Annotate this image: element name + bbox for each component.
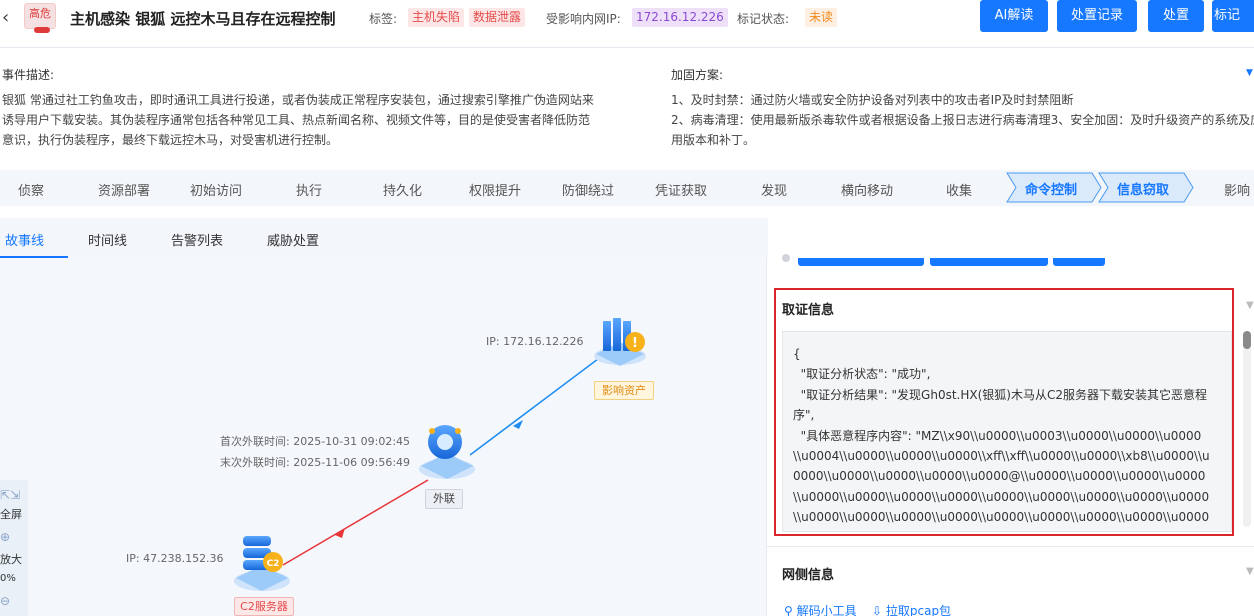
forensics-scroll-thumb[interactable]: [1243, 331, 1251, 349]
stage-resource[interactable]: 资源部署: [98, 180, 150, 199]
svg-text:!: !: [632, 336, 638, 351]
c2-ip-label: IP: 47.238.152.36: [126, 552, 224, 565]
stage-info-theft[interactable]: 信息窃取: [1098, 172, 1194, 203]
last-outbound-time: 末次外联时间: 2025-11-06 09:56:49: [220, 456, 411, 469]
status-badge: 未读: [805, 8, 838, 27]
severity-badge: 高危: [24, 3, 56, 29]
decode-tool-label: 解码小工具: [796, 604, 857, 616]
chevron-left-icon[interactable]: ‹: [2, 8, 18, 28]
tab-alerts[interactable]: 告警列表: [171, 230, 223, 249]
edge-outbound-c2: [282, 479, 429, 566]
handle-button[interactable]: 处置: [1148, 0, 1204, 32]
outbound-node-icon[interactable]: [419, 425, 475, 479]
forensics-json-text: { "取证分析状态": "成功", "取证分析结果": "发现Gh0st.HX(…: [793, 347, 1210, 531]
zoom-out-icon[interactable]: ⊖: [0, 594, 28, 608]
panel-top-button[interactable]: [930, 258, 1048, 266]
event-description-title: 事件描述:: [2, 68, 55, 82]
zoom-in-button[interactable]: 放大: [0, 551, 28, 567]
header-bar: ‹ 高危 主机感染 银狐 远控木马且存在远程控制 标签: 主机失陷 数据泄露 受…: [0, 0, 1254, 48]
section-divider: [766, 546, 1254, 547]
asset-ip-label: IP: 172.16.12.226: [486, 335, 584, 348]
stage-persistence[interactable]: 持久化: [383, 180, 422, 199]
page-title: 主机感染 银狐 远控木马且存在远程控制: [70, 10, 336, 28]
affected-ip: 172.16.12.226: [632, 8, 728, 27]
tab-storyline[interactable]: 故事线: [5, 230, 44, 249]
decode-tool-link[interactable]: ⚲ 解码小工具: [784, 602, 857, 616]
fix-line: 1、及时封禁：通过防火墙或安全防护设备对列表中的攻击者IP及时封禁阻断: [671, 93, 1074, 107]
fix-plan-text: 1、及时封禁：通过防火墙或安全防护设备对列表中的攻击者IP及时封禁阻断 2、病毒…: [671, 90, 1254, 150]
outbound-node-tag[interactable]: 外联: [425, 489, 463, 509]
first-outbound-time: 首次外联时间: 2025-10-31 09:02:45: [220, 435, 411, 448]
fullscreen-button[interactable]: 全屏: [0, 506, 28, 522]
handle-records-button[interactable]: 处置记录: [1057, 0, 1137, 32]
stage-execution[interactable]: 执行: [296, 180, 322, 199]
stage-recon[interactable]: 侦察: [18, 180, 44, 199]
severity-indicator: [34, 27, 50, 33]
network-info-title: 网侧信息: [782, 568, 835, 583]
c2-server-icon[interactable]: C2: [234, 536, 290, 591]
tag-data-leak: 数据泄露: [469, 8, 526, 27]
zoom-level: 0%: [0, 573, 16, 584]
storyline-graph[interactable]: ! C2 IP: 172.16.12.226 影响资产 首次外联时间: 2025…: [0, 258, 766, 616]
ai-explain-button[interactable]: AI解读: [980, 0, 1048, 32]
tag-host-compromised: 主机失陷: [408, 8, 465, 27]
fullscreen-icon[interactable]: ⇱⇲: [0, 488, 28, 502]
edge-asset-outbound: [469, 355, 603, 456]
fix-line: 用版本和补丁。: [671, 133, 756, 147]
tab-threat-handling[interactable]: 威胁处置: [267, 230, 319, 249]
panel-top-button[interactable]: [1053, 258, 1105, 266]
stage-info-theft-label: 信息窃取: [1117, 183, 1170, 198]
forensics-collapse-icon[interactable]: ▼: [1246, 300, 1254, 311]
forensics-scrollbar[interactable]: [1243, 331, 1251, 527]
forensics-json-box[interactable]: { "取证分析状态": "成功", "取证分析结果": "发现Gh0st.HX(…: [782, 331, 1232, 532]
event-line: 银狐 常通过社工钓鱼攻击，即时通讯工具进行投递，或者伪装成正常程序安装包，通过搜…: [2, 93, 594, 107]
network-collapse-icon[interactable]: ▼: [1246, 566, 1254, 577]
stage-lateral[interactable]: 横向移动: [841, 180, 893, 199]
panel-dot-icon: [782, 254, 790, 262]
download-icon: ⇩: [872, 604, 886, 616]
stage-c2[interactable]: 命令控制: [1006, 172, 1102, 203]
fix-line: 2、病毒清理：使用最新版杀毒软件或者根据设备上报日志进行病毒清理3、安全加固：及…: [671, 113, 1254, 127]
stage-credential[interactable]: 凭证获取: [655, 180, 707, 199]
pcap-download-link[interactable]: ⇩ 拉取pcap包: [872, 602, 951, 616]
asset-node-tag[interactable]: 影响资产: [594, 381, 654, 400]
stage-collection[interactable]: 收集: [946, 180, 972, 199]
stage-privilege[interactable]: 权限提升: [469, 180, 521, 199]
tags-label: 标签:: [369, 12, 398, 26]
event-line: 诱导用户下载安装。其伪装程序通常包括各种常见工具、热点新闻名称、视频文件等，目的…: [2, 113, 591, 127]
mark-button[interactable]: 标记: [1212, 0, 1254, 32]
event-description-text: 银狐 常通过社工钓鱼攻击，即时通讯工具进行投递，或者伪装成正常程序安装包，通过搜…: [2, 90, 602, 150]
forensics-title: 取证信息: [782, 303, 835, 318]
panel-top-button[interactable]: [798, 258, 924, 266]
ip-label: 受影响内网IP:: [546, 12, 621, 26]
collapse-chevron-icon[interactable]: ▼: [1246, 68, 1253, 78]
status-label: 标记状态:: [737, 12, 790, 26]
stage-c2-label: 命令控制: [1025, 183, 1078, 198]
event-line: 意识，执行伪装程序，最终下载远控木马，对受害机进行控制。: [2, 133, 339, 147]
stage-initial-access[interactable]: 初始访问: [190, 180, 242, 199]
lock-icon: ⚲: [784, 604, 797, 616]
stage-defense-evasion[interactable]: 防御绕过: [562, 180, 614, 199]
c2-node-tag[interactable]: C2服务器: [234, 597, 294, 616]
pcap-label: 拉取pcap包: [885, 604, 952, 616]
stage-discovery[interactable]: 发现: [761, 180, 787, 199]
svg-text:C2: C2: [267, 559, 280, 569]
tab-timeline[interactable]: 时间线: [88, 230, 127, 249]
stage-impact[interactable]: 影响: [1224, 180, 1250, 199]
tab-bar: 故事线 时间线 告警列表 威胁处置: [0, 218, 768, 258]
zoom-in-icon[interactable]: ⊕: [0, 530, 28, 544]
graph-controls: ⇱⇲ 全屏 ⊕ 放大 0% ⊖: [0, 480, 28, 616]
asset-server-icon[interactable]: !: [594, 318, 646, 366]
fix-plan-title: 加固方案:: [671, 68, 724, 82]
